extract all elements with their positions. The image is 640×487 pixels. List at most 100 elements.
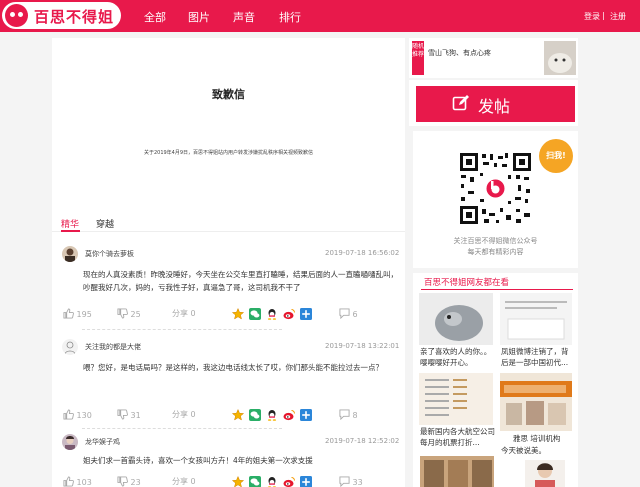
qr-subcaption: 每天都有精彩内容 [467, 248, 524, 256]
post-time: 2019-07-18 13:22:01 [325, 342, 400, 350]
post-divider [82, 329, 282, 330]
like-count: 130 [76, 411, 92, 420]
scan-me-badge: 扫我! [539, 139, 573, 173]
comment-button[interactable]: 8 [339, 409, 358, 421]
qzone-icon[interactable] [232, 308, 244, 320]
wechat-icon[interactable] [249, 476, 261, 487]
nav-all[interactable]: 全部 [144, 9, 166, 25]
like-count: 195 [76, 310, 92, 319]
recommend-thumbnail[interactable] [419, 293, 493, 345]
hot-recommend-link[interactable]: 雪山飞狗、有点心疼 [428, 48, 491, 58]
comment-button[interactable]: 33 [339, 476, 363, 487]
dislike-icon [117, 409, 128, 420]
dislike-button[interactable]: 23 [117, 476, 141, 487]
share-label: 分享 [172, 309, 188, 318]
top-header: 百思不得姐 全部 图片 声音 排行 登录 | 注册 [0, 0, 640, 32]
post-item: 莫你个骑去萝板 2019-07-18 16:56:02 现在的人真没素质！昨晚没… [52, 241, 405, 331]
nav-audio[interactable]: 声音 [233, 9, 255, 25]
dislike-icon [117, 476, 128, 487]
dislike-count: 25 [130, 310, 141, 319]
recommend-ad-thumbnail[interactable] [500, 373, 572, 431]
like-icon [63, 409, 74, 420]
create-post-label: 发帖 [478, 97, 511, 116]
post-username[interactable]: 莫你个骑去萝板 [85, 249, 134, 259]
recommend-caption[interactable]: 最新国内各大航空公司每月的机票打折... [420, 426, 496, 448]
comment-count: 33 [352, 478, 363, 487]
site-logo[interactable]: 百思不得姐 [2, 2, 121, 29]
weibo-icon[interactable] [283, 308, 295, 320]
apology-letter-image: 致歉信 关于2019年4月9日，百思不得姐站内用户转发涉嫌扰乱秩序相关视频致歉信 [52, 38, 405, 208]
recommend-ad-caption[interactable]: 雅思 培训机构 [513, 433, 575, 444]
qzone-icon[interactable] [232, 409, 244, 421]
qq-icon[interactable] [266, 409, 278, 421]
wechat-icon[interactable] [249, 308, 261, 320]
login-link[interactable]: 登录 [584, 11, 600, 22]
dislike-button[interactable]: 31 [117, 409, 141, 420]
recommend-title-underline [421, 289, 573, 290]
plus-icon[interactable] [300, 476, 312, 487]
dislike-count: 23 [130, 478, 141, 487]
wechat-icon[interactable] [249, 409, 261, 421]
avatar[interactable] [62, 434, 78, 450]
qr-caption: 关注百思不得姐微信公众号 [453, 237, 538, 245]
recommend-caption[interactable]: 凤姐微博注销了，背后是一部中国初代... [501, 346, 573, 368]
weibo-icon[interactable] [283, 409, 295, 421]
share-count: 0 [190, 477, 196, 486]
like-button[interactable]: 195 [63, 308, 92, 319]
nav-ranking[interactable]: 排行 [279, 9, 301, 25]
like-button[interactable]: 130 [63, 409, 92, 420]
qzone-icon[interactable] [232, 476, 244, 487]
comment-button[interactable]: 6 [339, 308, 358, 320]
recommend-caption[interactable]: 今天被说美。 [501, 445, 573, 456]
recommend-title: 百思不得姐网友都在看 [424, 278, 510, 288]
avatar[interactable] [62, 339, 78, 355]
main-content: 致歉信 关于2019年4月9日，百思不得姐站内用户转发涉嫌扰乱秩序相关视频致歉信… [52, 38, 405, 487]
hot-recommend-thumbnail[interactable] [544, 41, 576, 75]
like-icon [63, 476, 74, 487]
active-tab-indicator [61, 230, 80, 232]
tab-traverse[interactable]: 穿越 [96, 217, 114, 230]
post-item: 龙华娱子鸡 2019-07-18 12:52:02 姐夫们求一首霸头诗，喜欢一个… [52, 430, 405, 487]
auth-separator: | [602, 11, 605, 20]
share-button[interactable]: 分享 0 [172, 409, 196, 420]
post-text: 喂？您好，是电话局吗？是这样的，我这边电话线太长了哎，你们那头能不能拉过去一点？ [83, 363, 383, 372]
plus-icon[interactable] [300, 409, 312, 421]
share-count: 0 [190, 410, 196, 419]
post-divider [82, 428, 282, 429]
post-username[interactable]: 关注我的都是大佬 [85, 342, 141, 352]
share-button[interactable]: 分享 0 [172, 476, 196, 487]
post-item: 关注我的都是大佬 2019-07-18 13:22:01 喂？您好，是电话局吗？… [52, 335, 405, 430]
dislike-count: 31 [130, 411, 141, 420]
register-link[interactable]: 注册 [610, 11, 626, 22]
like-button[interactable]: 103 [63, 476, 92, 487]
comment-icon [339, 476, 350, 487]
comment-count: 6 [352, 310, 358, 319]
weibo-icon[interactable] [283, 476, 295, 487]
share-label: 分享 [172, 410, 188, 419]
logo-face-icon [5, 4, 28, 27]
share-button[interactable]: 分享 0 [172, 308, 196, 319]
recommend-thumbnail[interactable] [500, 293, 572, 345]
tab-featured[interactable]: 精华 [61, 217, 79, 230]
comment-icon [339, 409, 350, 421]
qr-code [458, 151, 533, 226]
letter-title: 致歉信 [212, 88, 245, 101]
dislike-button[interactable]: 25 [117, 308, 141, 319]
recommend-card: 百思不得姐网友都在看 亲了喜欢的人的你。。嘤嘤嘤好开心。 凤姐微博注销了，背后是… [413, 273, 578, 487]
qq-icon[interactable] [266, 308, 278, 320]
recommend-thumbnail[interactable] [420, 456, 494, 487]
recommend-thumbnail[interactable] [525, 460, 565, 487]
comment-icon [339, 308, 350, 320]
share-label: 分享 [172, 477, 188, 486]
recommend-thumbnail[interactable] [419, 373, 493, 425]
comment-count: 8 [352, 411, 358, 420]
avatar[interactable] [62, 246, 78, 262]
random-recommend-tag: 随机推荐 [412, 41, 424, 75]
qq-icon[interactable] [266, 476, 278, 487]
recommend-caption[interactable]: 亲了喜欢的人的你。。嘤嘤嘤好开心。 [420, 346, 494, 368]
dislike-icon [117, 308, 128, 319]
create-post-button[interactable]: 发帖 [416, 86, 575, 122]
post-username[interactable]: 龙华娱子鸡 [85, 437, 120, 447]
nav-images[interactable]: 图片 [188, 9, 210, 25]
plus-icon[interactable] [300, 308, 312, 320]
